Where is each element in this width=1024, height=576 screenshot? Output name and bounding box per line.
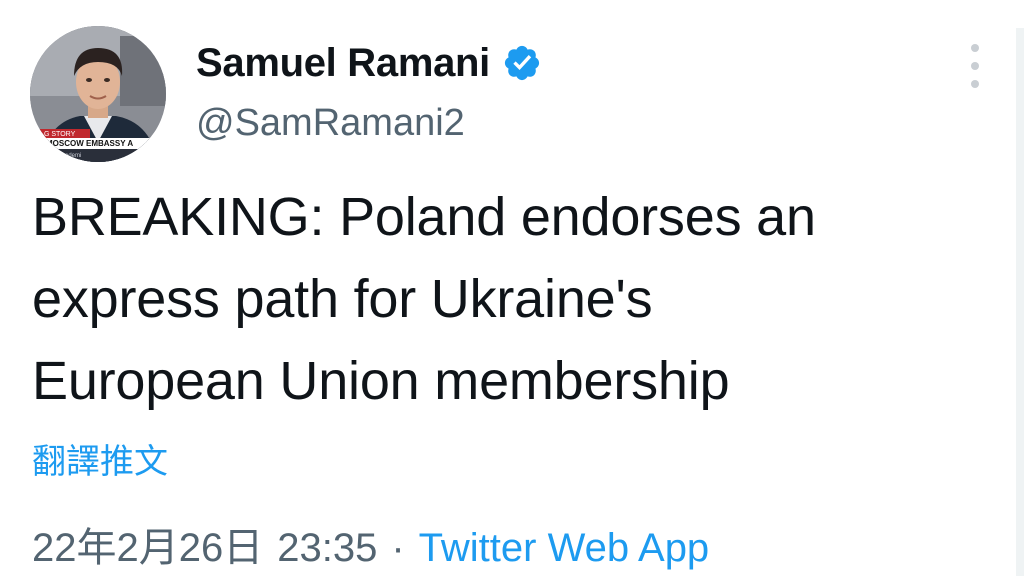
avatar-image: G STORY MOSCOW EMBASSY A ord Academi: [30, 26, 166, 162]
user-name-row: Samuel Ramani: [196, 38, 542, 88]
tweet-line: European Union membership: [32, 351, 730, 411]
tweet-time[interactable]: 23:35: [277, 526, 377, 571]
tweet-line: BREAKING: Poland endorses an: [32, 187, 816, 247]
avatar-caption-top: G STORY: [44, 131, 76, 138]
scrollbar[interactable]: [1016, 28, 1024, 576]
avatar-caption-main: MOSCOW EMBASSY A: [46, 139, 133, 148]
meta-separator: ·: [391, 526, 405, 570]
display-name[interactable]: Samuel Ramani: [196, 41, 490, 86]
more-dot: [971, 80, 979, 88]
user-handle[interactable]: @SamRamani2: [196, 102, 465, 145]
tweet-date[interactable]: 22年2月26日: [32, 515, 263, 573]
tweet-line: express path for Ukraine's: [32, 269, 653, 329]
translate-tweet-link[interactable]: 翻譯推文: [32, 434, 168, 483]
avatar-caption-sub: ord Academi: [48, 153, 81, 159]
more-options-icon[interactable]: [960, 44, 990, 88]
verified-badge-icon: [502, 43, 542, 83]
tweet-text: BREAKING: Poland endorses an express pat…: [32, 176, 992, 422]
tweet-source-link[interactable]: Twitter Web App: [419, 526, 710, 571]
more-dot: [971, 44, 979, 52]
avatar[interactable]: G STORY MOSCOW EMBASSY A ord Academi: [30, 26, 166, 162]
tweet-meta: 22年2月26日 23:35 · Twitter Web App: [32, 515, 709, 573]
more-dot: [971, 62, 979, 70]
